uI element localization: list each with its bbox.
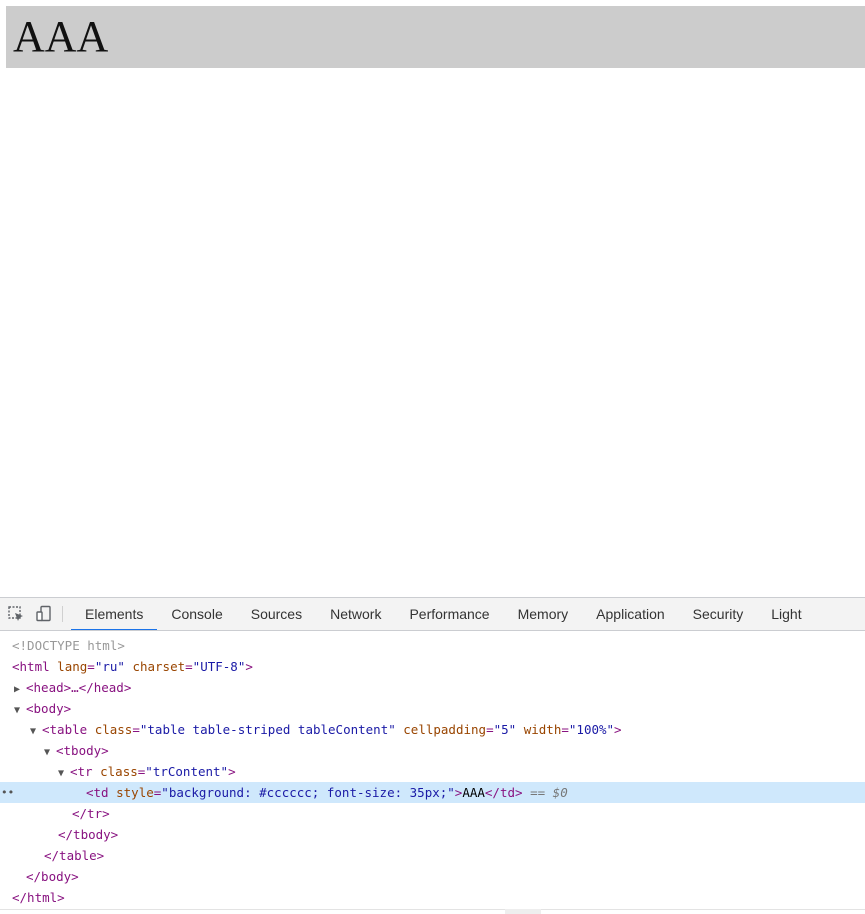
dom-node-tr-close[interactable]: </tr> [0, 803, 865, 824]
collapse-triangle-icon[interactable]: ▼ [30, 721, 42, 742]
more-options-icon[interactable]: •• [1, 782, 14, 803]
tab-console[interactable]: Console [157, 598, 236, 630]
tab-lighthouse[interactable]: Light [757, 598, 815, 630]
dom-node-td-selected[interactable]: •• <td style="background: #cccccc; font-… [0, 782, 865, 803]
horizontal-scrollbar[interactable] [505, 909, 541, 914]
tab-security[interactable]: Security [679, 598, 758, 630]
dom-node-html-close[interactable]: </html> [0, 887, 865, 908]
dom-node-body[interactable]: ▼ <body> [0, 698, 865, 719]
collapse-triangle-icon[interactable]: ▼ [58, 763, 70, 784]
dom-tree: <!DOCTYPE html> <html lang="ru" charset=… [0, 631, 865, 908]
divider [0, 909, 865, 910]
tab-memory[interactable]: Memory [504, 598, 583, 630]
page-viewport: AAA [0, 0, 865, 597]
dom-node-tr[interactable]: ▼ <tr class="trContent"> [0, 761, 865, 782]
inspect-element-icon[interactable] [4, 598, 28, 630]
selected-marker: == $0 [530, 785, 568, 800]
dom-node-table[interactable]: ▼ <table class="table table-striped table… [0, 719, 865, 740]
device-toolbar-icon[interactable] [32, 598, 56, 630]
tab-sources[interactable]: Sources [237, 598, 316, 630]
dom-node-head[interactable]: ▶ <head>…</head> [0, 677, 865, 698]
tab-application[interactable]: Application [582, 598, 679, 630]
devtools-toolbar: Elements Console Sources Network Perform… [0, 598, 865, 631]
dom-node-html[interactable]: <html lang="ru" charset="UTF-8"> [0, 656, 865, 677]
td-text: AAA [462, 785, 485, 800]
devtools-panel: Elements Console Sources Network Perform… [0, 597, 865, 914]
dom-node-table-close[interactable]: </table> [0, 845, 865, 866]
dom-node-body-close[interactable]: </body> [0, 866, 865, 887]
tab-network[interactable]: Network [316, 598, 395, 630]
tab-elements[interactable]: Elements [71, 598, 158, 630]
table-cell: AAA [6, 6, 865, 68]
expand-triangle-icon[interactable]: ▶ [14, 679, 26, 700]
dom-node-doctype[interactable]: <!DOCTYPE html> [0, 635, 865, 656]
collapse-triangle-icon[interactable]: ▼ [14, 700, 26, 721]
dom-node-tbody[interactable]: ▼ <tbody> [0, 740, 865, 761]
toolbar-separator [62, 606, 63, 622]
dom-node-tbody-close[interactable]: </tbody> [0, 824, 865, 845]
collapse-triangle-icon[interactable]: ▼ [44, 742, 56, 763]
tab-performance[interactable]: Performance [395, 598, 503, 630]
doctype-text: <!DOCTYPE html> [12, 638, 125, 653]
